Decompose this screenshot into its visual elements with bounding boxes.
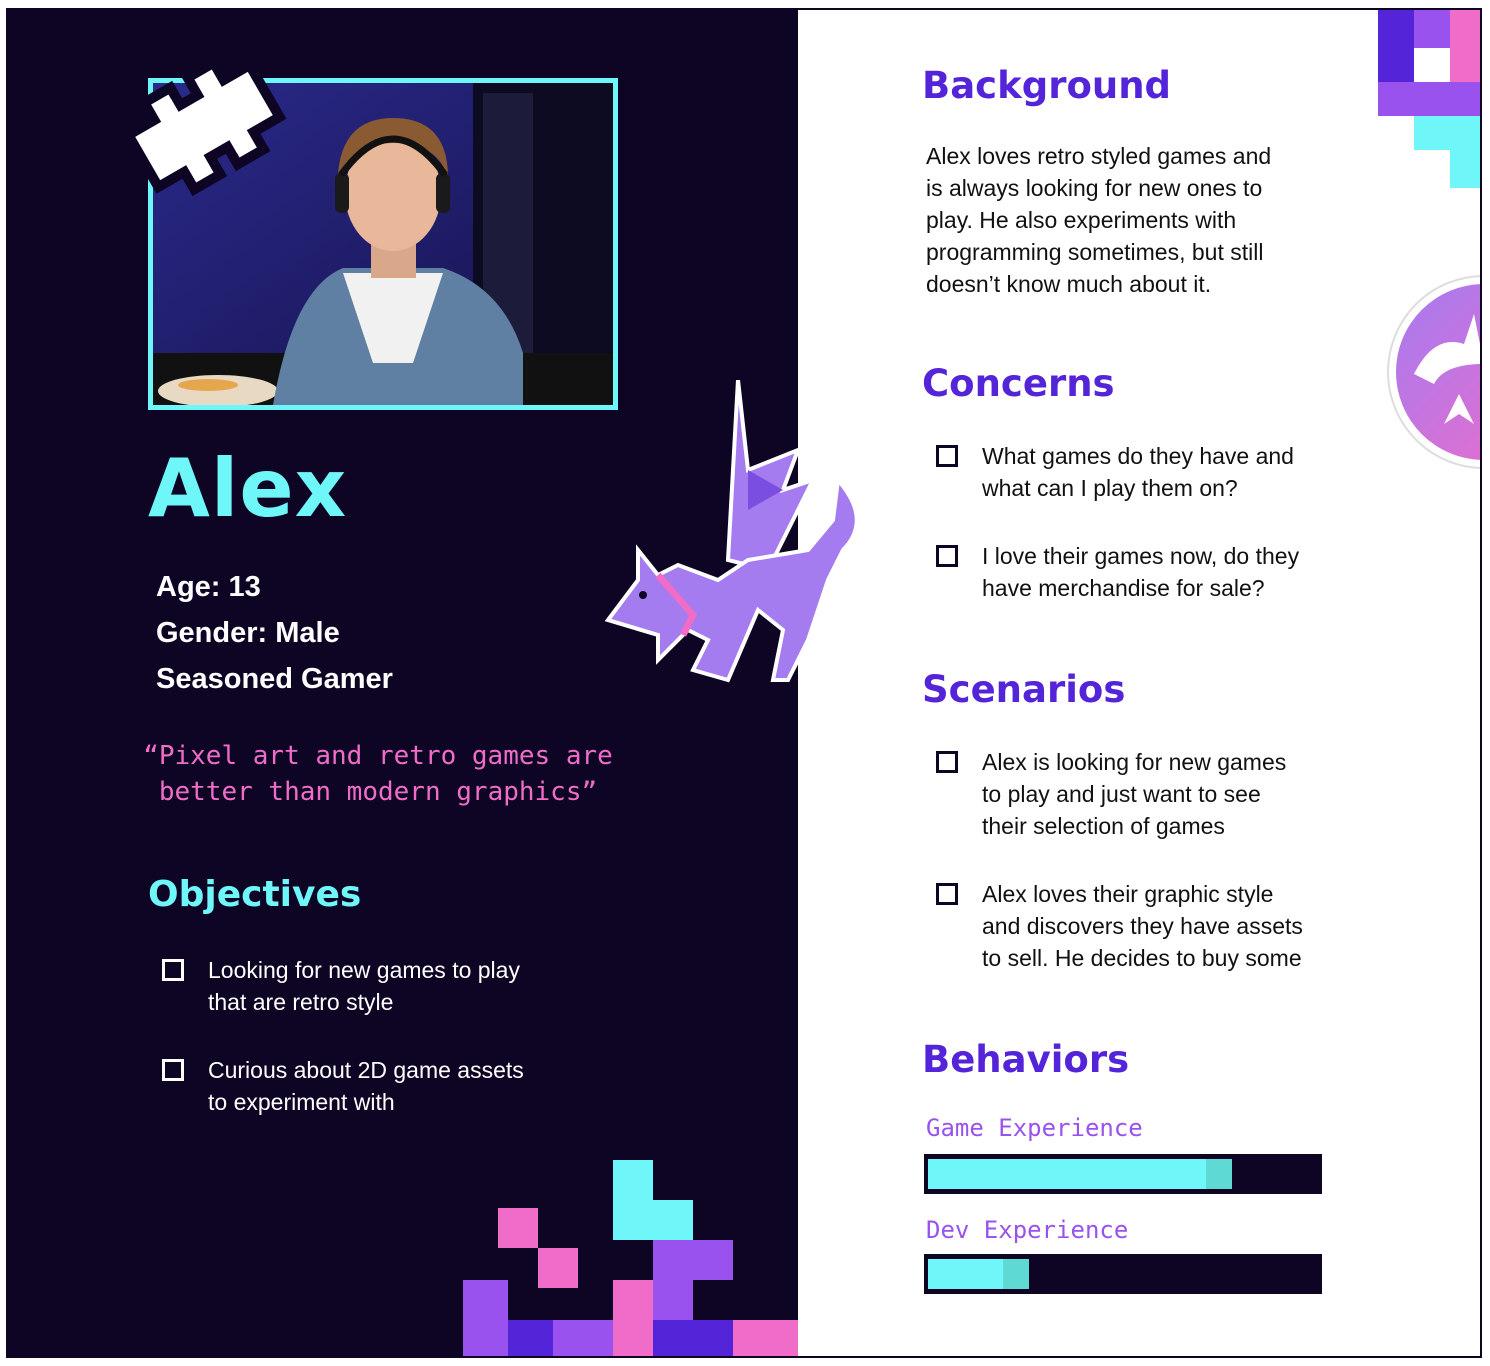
gamer-fact: Seasoned Gamer [156, 663, 393, 695]
background-line: Alex loves retro styled games and [926, 143, 1272, 169]
concerns-list: What games do they have and what can I p… [936, 440, 1336, 640]
behaviors-title: Behaviors [922, 1038, 1130, 1081]
persona-facts: Age: 13 Gender: Male Seasoned Gamer [156, 564, 393, 702]
objectives-title: Objectives [148, 874, 362, 915]
background-title: Background [922, 64, 1172, 107]
concern-text: what can I play them on? [982, 475, 1238, 501]
objective-text: that are retro style [208, 989, 394, 1015]
emblem-icon [1384, 274, 1480, 479]
scenarios-list: Alex is looking for new games to play an… [936, 746, 1336, 1010]
pixel-blocks [458, 1160, 798, 1356]
game-experience-bar [924, 1154, 1322, 1194]
background-line: play. He also experiments with [926, 207, 1237, 233]
objective-text: Looking for new games to play [208, 957, 520, 983]
right-panel: Background Alex loves retro styled games… [798, 10, 1480, 1356]
dev-experience-fill [928, 1259, 1029, 1289]
concerns-title: Concerns [922, 362, 1115, 405]
checkbox[interactable] [162, 1059, 184, 1081]
bone-icon [104, 46, 304, 211]
scenarios-title: Scenarios [922, 668, 1126, 711]
scenario-item: Alex is looking for new games to play an… [936, 746, 1336, 842]
persona-quote: “Pixel art and retro games are better th… [128, 738, 628, 810]
background-line: doesn’t know much about it. [926, 271, 1212, 297]
concern-item: What games do they have and what can I p… [936, 440, 1336, 504]
persona-card: Alex Age: 13 Gender: Male Seasoned Gamer… [6, 8, 1482, 1358]
quote-line-2: better than modern graphics” [158, 777, 598, 807]
pixel-blocks [1376, 10, 1480, 195]
objectives-list: Looking for new games to play that are r… [162, 954, 582, 1154]
scenario-text: their selection of games [982, 813, 1225, 839]
persona-name: Alex [148, 442, 348, 535]
checkbox[interactable] [936, 751, 958, 773]
dev-experience-bar [924, 1254, 1322, 1294]
game-experience-label: Game Experience [926, 1114, 1143, 1142]
objective-text: Curious about 2D game assets [208, 1057, 524, 1083]
objective-item: Curious about 2D game assets to experime… [162, 1054, 582, 1118]
checkbox[interactable] [936, 883, 958, 905]
scenario-text: Alex loves their graphic style [982, 881, 1274, 907]
scenario-text: to play and just want to see [982, 781, 1261, 807]
dragon-icon [598, 379, 868, 705]
objective-text: to experiment with [208, 1089, 395, 1115]
concern-text: I love their games now, do they [982, 543, 1300, 569]
background-text: Alex loves retro styled games and is alw… [926, 140, 1296, 300]
scenario-item: Alex loves their graphic style and disco… [936, 878, 1336, 974]
quote-line-1: “Pixel art and retro games are [143, 741, 613, 771]
checkbox[interactable] [936, 545, 958, 567]
scenario-text: Alex is looking for new games [982, 749, 1287, 775]
age-fact: Age: 13 [156, 571, 261, 603]
concern-text: have merchandise for sale? [982, 575, 1265, 601]
background-line: programming sometimes, but still [926, 239, 1264, 265]
concern-text: What games do they have and [982, 443, 1294, 469]
game-experience-fill [928, 1159, 1232, 1189]
checkbox[interactable] [936, 445, 958, 467]
background-line: is always looking for new ones to [926, 175, 1263, 201]
dev-experience-label: Dev Experience [926, 1216, 1129, 1244]
concern-item: I love their games now, do they have mer… [936, 540, 1336, 604]
gender-fact: Gender: Male [156, 617, 340, 649]
scenario-text: and discovers they have assets [982, 913, 1303, 939]
scenario-text: to sell. He decides to buy some [982, 945, 1302, 971]
checkbox[interactable] [162, 959, 184, 981]
objective-item: Looking for new games to play that are r… [162, 954, 582, 1018]
